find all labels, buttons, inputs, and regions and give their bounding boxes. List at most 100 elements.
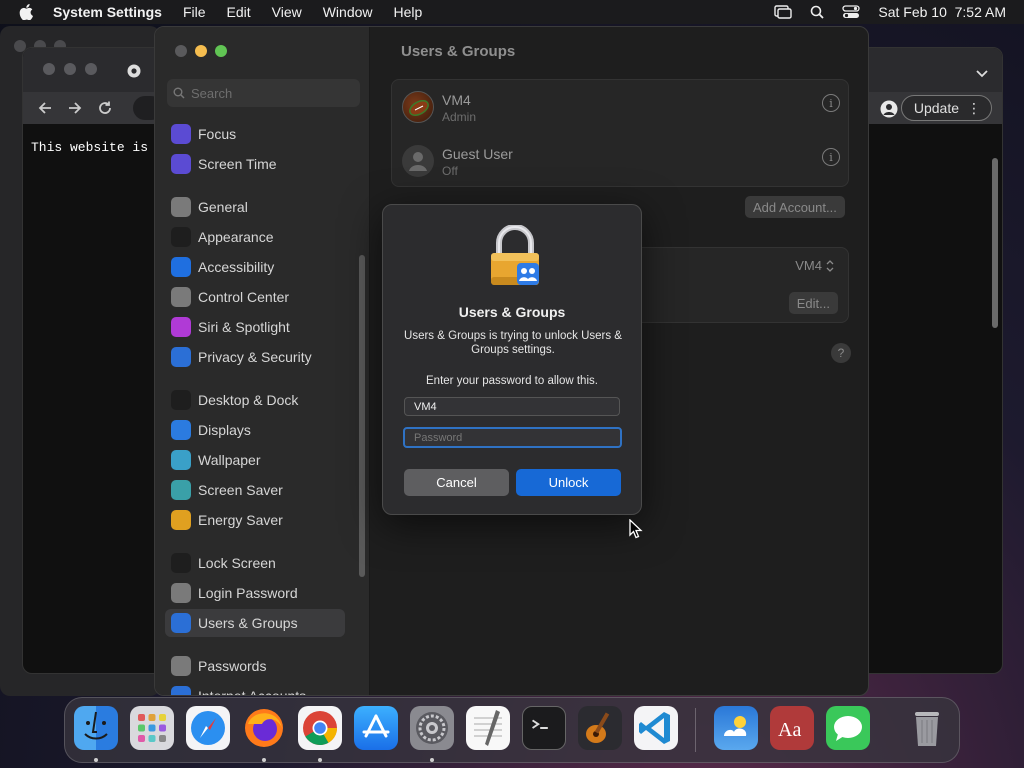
users-icon	[171, 613, 191, 633]
sidebar-item[interactable]: Displays	[165, 416, 345, 444]
app-menu[interactable]: System Settings	[53, 4, 162, 20]
clock[interactable]: Sat Feb 10 7:52 AM	[878, 4, 1006, 20]
sidebar-item[interactable]: General	[165, 193, 345, 221]
info-icon[interactable]: i	[822, 94, 840, 112]
sidebar-item-label: Login Password	[198, 585, 298, 601]
sidebar-item-label: Energy Saver	[198, 512, 283, 528]
sidebar-item[interactable]: Screen Saver	[165, 476, 345, 504]
garageband-icon[interactable]	[578, 706, 622, 750]
profile-icon[interactable]	[880, 100, 898, 123]
browser-scrollbar[interactable]	[992, 158, 998, 328]
sidebar-item[interactable]: Energy Saver	[165, 506, 345, 534]
user-row[interactable]: VM4 Admin i	[402, 84, 840, 130]
dictionary-icon[interactable]: Aa	[770, 706, 814, 750]
sidebar-item[interactable]: Login Password	[165, 579, 345, 607]
sidebar-item[interactable]: Control Center	[165, 283, 345, 311]
sidebar-item[interactable]: Internet Accounts	[165, 682, 345, 696]
firefox-icon[interactable]	[242, 706, 286, 750]
user-role: Off	[442, 164, 458, 178]
user-row[interactable]: Guest User Off i	[402, 138, 840, 184]
menu-view[interactable]: View	[272, 4, 302, 20]
menu-help[interactable]: Help	[394, 4, 423, 20]
vscode-icon[interactable]	[634, 706, 678, 750]
avatar	[402, 91, 434, 123]
zoom-button[interactable]	[215, 45, 227, 57]
help-button[interactable]: ?	[831, 343, 851, 363]
search-field[interactable]: Search	[167, 79, 360, 107]
avatar	[402, 145, 434, 177]
menu-file[interactable]: File	[183, 4, 206, 20]
safari-icon[interactable]	[186, 706, 230, 750]
menu-bar: System Settings File Edit View Window He…	[0, 0, 1024, 24]
username-field[interactable]	[404, 397, 620, 416]
screen-mirroring-icon[interactable]	[774, 5, 793, 19]
close-button[interactable]	[175, 45, 187, 57]
spotlight-icon[interactable]	[810, 5, 824, 19]
gear-icon	[171, 197, 191, 217]
sidebar-item[interactable]: Siri & Spotlight	[165, 313, 345, 341]
control-center-icon	[171, 287, 191, 307]
more-icon[interactable]: ⋮	[967, 101, 981, 115]
sidebar-item-label: Internet Accounts	[198, 688, 307, 696]
sidebar-scrollbar[interactable]	[359, 255, 365, 577]
dock-icon	[171, 390, 191, 410]
cancel-button[interactable]: Cancel	[404, 469, 509, 496]
forward-icon[interactable]	[67, 100, 83, 116]
sidebar-item-label: Wallpaper	[198, 452, 261, 468]
update-button[interactable]: Update ⋮	[900, 95, 992, 121]
sidebar-item-label: Desktop & Dock	[198, 392, 299, 408]
siri-icon	[171, 317, 191, 337]
finder-icon[interactable]	[74, 706, 118, 750]
hourglass-icon	[171, 154, 191, 174]
sidebar-item-label: Focus	[198, 126, 237, 142]
minimize-button[interactable]	[195, 45, 207, 57]
menu-edit[interactable]: Edit	[227, 4, 251, 20]
updown-chevron-icon	[826, 259, 834, 272]
password-field[interactable]	[403, 427, 622, 448]
sidebar-item[interactable]: Accessibility	[165, 253, 345, 281]
page-title: Users & Groups	[401, 43, 516, 60]
sidebar-item[interactable]: Lock Screen	[165, 549, 345, 577]
sidebar-item[interactable]: Privacy & Security	[165, 343, 345, 371]
app-store-icon[interactable]	[354, 706, 398, 750]
auto-login-value: VM4	[795, 258, 822, 273]
chevron-down-icon[interactable]	[976, 65, 988, 83]
sidebar-item[interactable]: Appearance	[165, 223, 345, 251]
terminal-icon[interactable]	[522, 706, 566, 750]
running-indicator	[430, 758, 434, 762]
unlock-button[interactable]: Unlock	[516, 469, 621, 496]
weather-icon[interactable]	[714, 706, 758, 750]
sidebar-item-label: Siri & Spotlight	[198, 319, 290, 335]
messages-icon[interactable]	[826, 706, 870, 750]
sidebar-item-label: Privacy & Security	[198, 349, 312, 365]
sidebar-item-label: Control Center	[198, 289, 290, 305]
dialog-prompt: Enter your password to allow this.	[426, 375, 598, 387]
key-icon	[171, 656, 191, 676]
user-name: Guest User	[442, 146, 513, 162]
chrome-icon[interactable]	[298, 706, 342, 750]
sidebar-item[interactable]: Users & Groups	[165, 609, 345, 637]
control-center-icon[interactable]	[842, 5, 861, 19]
sidebar-item[interactable]: Passwords	[165, 652, 345, 680]
apple-menu-icon[interactable]	[19, 4, 35, 20]
launchpad-icon[interactable]	[130, 706, 174, 750]
chrome-tab-icon[interactable]	[127, 64, 141, 83]
sidebar-item[interactable]: Screen Time	[165, 150, 345, 178]
reload-icon[interactable]	[97, 100, 113, 116]
add-account-button[interactable]: Add Account...	[745, 196, 845, 218]
sidebar-item-label: Lock Screen	[198, 555, 276, 571]
dock-separator	[695, 708, 696, 752]
system-settings-icon[interactable]	[410, 706, 454, 750]
info-icon[interactable]: i	[822, 148, 840, 166]
menu-window[interactable]: Window	[323, 4, 373, 20]
lock-icon	[171, 553, 191, 573]
trash-icon[interactable]	[905, 706, 949, 750]
back-icon[interactable]	[37, 100, 53, 116]
sidebar-item[interactable]: Wallpaper	[165, 446, 345, 474]
appearance-icon	[171, 227, 191, 247]
sidebar-item[interactable]: Desktop & Dock	[165, 386, 345, 414]
auto-login-popup[interactable]: VM4	[795, 258, 834, 273]
sidebar-item[interactable]: Focus	[165, 120, 345, 148]
edit-button[interactable]: Edit...	[788, 292, 838, 314]
textedit-icon[interactable]	[466, 706, 510, 750]
